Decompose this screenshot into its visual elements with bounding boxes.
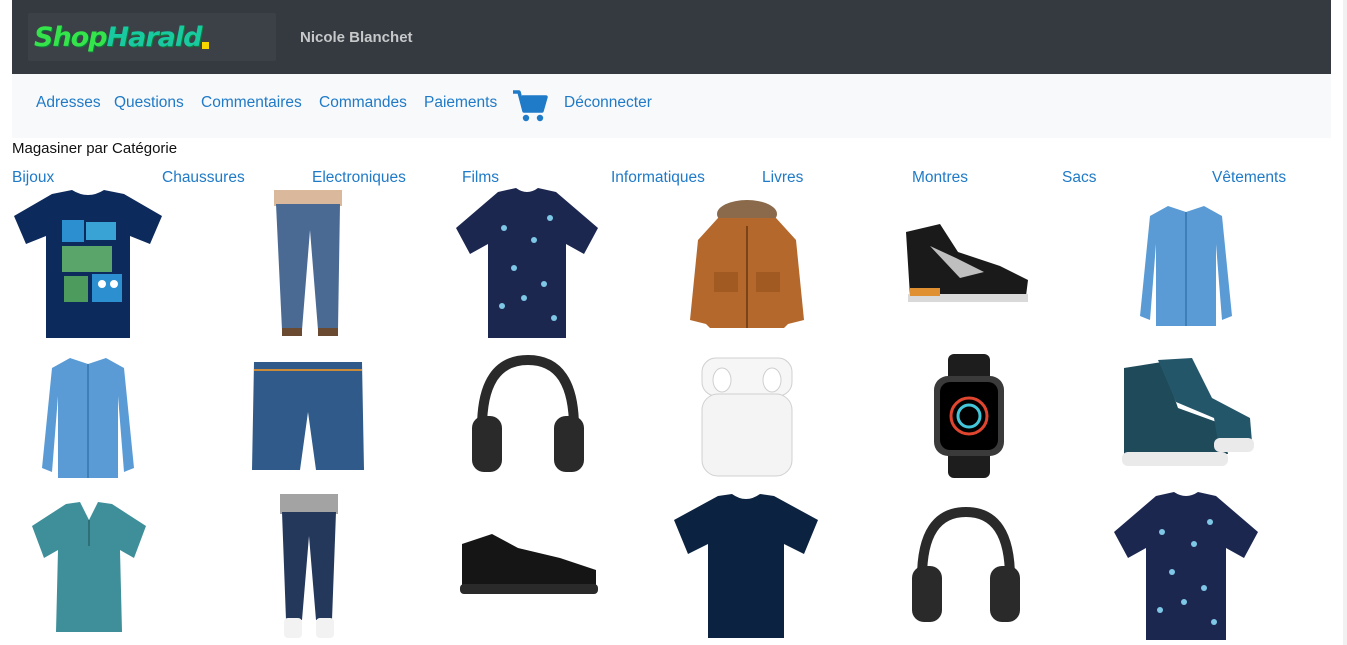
- product-image-dress-shirt[interactable]: [1138, 204, 1234, 328]
- product-image-watch[interactable]: [932, 354, 1006, 478]
- category-link-bijoux[interactable]: Bijoux: [12, 169, 54, 187]
- product-image-earbuds[interactable]: [700, 356, 794, 478]
- shopping-cart-icon[interactable]: [512, 89, 548, 123]
- nav-link-questions[interactable]: Questions: [114, 94, 184, 112]
- product-image-jeans[interactable]: [272, 494, 346, 642]
- product-image-shorts[interactable]: [250, 358, 366, 474]
- product-image-jacket[interactable]: [688, 200, 806, 330]
- category-link-films[interactable]: Films: [462, 169, 499, 187]
- product-image-patterned-shirt[interactable]: [1112, 492, 1260, 642]
- category-link-vetements[interactable]: Vêtements: [1212, 169, 1286, 187]
- category-link-livres[interactable]: Livres: [762, 169, 803, 187]
- category-link-chaussures[interactable]: Chaussures: [162, 169, 245, 187]
- nav-link-commandes[interactable]: Commandes: [319, 94, 407, 112]
- nav-link-commentaires[interactable]: Commentaires: [201, 94, 302, 112]
- product-image-sneaker[interactable]: [900, 222, 1032, 304]
- product-image-polo[interactable]: [30, 502, 148, 634]
- product-image-dress-shirt[interactable]: [40, 356, 136, 480]
- page-scrollbar-track[interactable]: [1343, 0, 1347, 645]
- top-header: ShopHarald Nicole Blanchet: [12, 0, 1331, 74]
- account-navbar: Adresses Questions Commentaires Commande…: [12, 74, 1331, 138]
- product-image-jeans[interactable]: [262, 190, 354, 338]
- logout-link[interactable]: Déconnecter: [564, 94, 652, 112]
- category-link-sacs[interactable]: Sacs: [1062, 169, 1096, 187]
- product-image-headphones[interactable]: [470, 354, 586, 476]
- category-link-montres[interactable]: Montres: [912, 169, 968, 187]
- nav-link-adresses[interactable]: Adresses: [36, 94, 101, 112]
- product-image-running-shoe[interactable]: [458, 530, 600, 596]
- product-image-patterned-shirt[interactable]: [454, 188, 600, 340]
- product-image-headphones[interactable]: [910, 506, 1022, 626]
- user-name: Nicole Blanchet: [300, 29, 413, 46]
- product-image-plain-tshirt[interactable]: [672, 494, 820, 640]
- section-title: Magasiner par Catégorie: [12, 140, 178, 157]
- category-link-electroniques[interactable]: Electroniques: [312, 169, 406, 187]
- product-image-graphic-tshirt[interactable]: [12, 190, 164, 340]
- category-link-informatiques[interactable]: Informatiques: [611, 169, 705, 187]
- nav-link-paiements[interactable]: Paiements: [424, 94, 497, 112]
- shopharald-logo[interactable]: ShopHarald: [28, 13, 276, 61]
- logo-wordmark: ShopHarald: [34, 22, 210, 53]
- product-image-hightop-shoe[interactable]: [1118, 358, 1256, 470]
